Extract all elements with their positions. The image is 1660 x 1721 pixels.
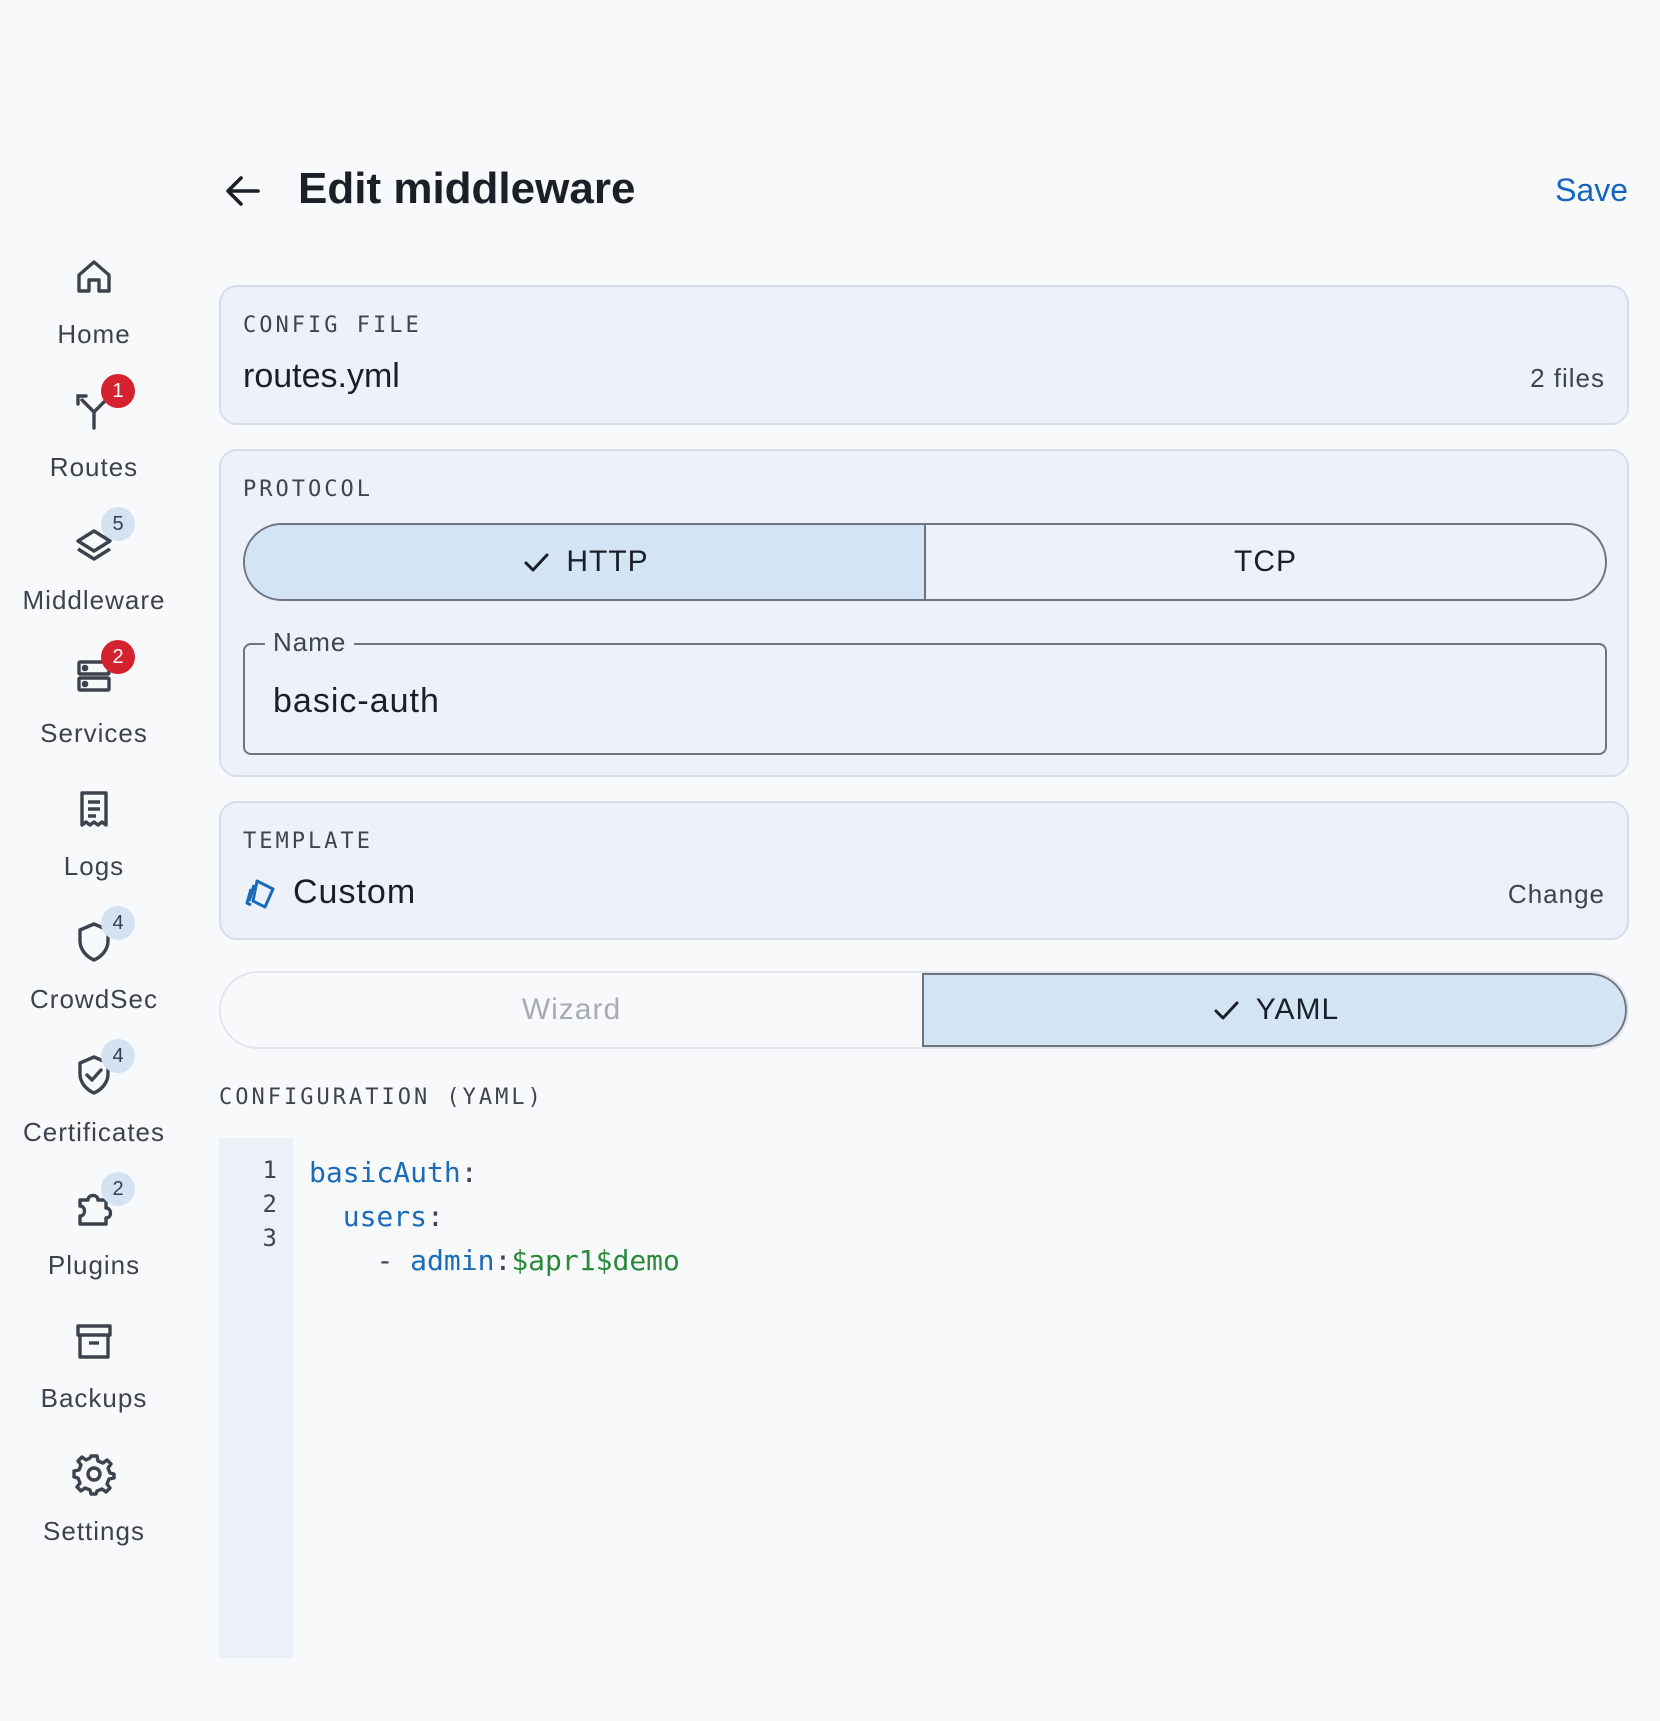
line-number: 2	[262, 1190, 277, 1218]
shield-icon: 4	[70, 906, 135, 966]
protocol-toggle: HTTP TCP	[243, 523, 1607, 601]
code-line: - admin:$apr1$demo	[376, 1244, 680, 1277]
nav-label: Middleware	[22, 585, 166, 615]
services-badge: 2	[101, 640, 135, 674]
plugins-badge: 2	[101, 1172, 135, 1206]
name-input[interactable]	[273, 679, 1573, 723]
archive-icon	[70, 1317, 118, 1365]
yaml-editor[interactable]: 1 2 3 basicAuth: users: - admin:$apr1$de…	[219, 1138, 1629, 1658]
protocol-option-label: HTTP	[566, 545, 649, 578]
nav-label: CrowdSec	[30, 984, 158, 1014]
nav-item-plugins[interactable]: 2 Plugins	[0, 1172, 188, 1304]
nav-item-logs[interactable]: Logs	[0, 785, 188, 905]
certificates-badge: 4	[101, 1039, 135, 1073]
template-label: TEMPLATE	[243, 829, 373, 854]
check-icon	[524, 553, 549, 572]
arrow-back-icon	[226, 176, 260, 206]
middleware-badge: 5	[101, 507, 135, 541]
shield-check-icon: 4	[70, 1039, 135, 1099]
gear-icon	[70, 1450, 118, 1498]
protocol-option-tcp[interactable]: TCP	[924, 525, 1605, 599]
layers-icon: 5	[70, 507, 135, 567]
back-button[interactable]	[220, 168, 266, 214]
nav-item-certificates[interactable]: 4 Certificates	[0, 1039, 188, 1171]
check-icon	[1214, 1001, 1239, 1020]
mode-option-yaml[interactable]: YAML	[922, 973, 1627, 1047]
nav-label: Certificates	[22, 1117, 166, 1147]
yaml-key: admin	[410, 1244, 495, 1277]
config-file-label: CONFIG FILE	[243, 313, 422, 338]
line-number: 3	[262, 1224, 277, 1252]
template-card: TEMPLATE Custom Change	[219, 801, 1629, 940]
nav-item-middleware[interactable]: 5 Middleware	[0, 507, 188, 639]
nav-label: Plugins	[47, 1250, 141, 1280]
config-file-count: 2 files	[1530, 363, 1605, 393]
mode-option-wizard[interactable]: Wizard	[221, 973, 922, 1047]
yaml-section-label: CONFIGURATION (YAML)	[219, 1085, 544, 1110]
config-file-card[interactable]: CONFIG FILE routes.yml 2 files	[219, 285, 1629, 425]
yaml-key: basicAuth	[309, 1156, 461, 1189]
nav-label: Logs	[63, 851, 125, 881]
nav-label: Routes	[49, 452, 139, 482]
puzzle-icon: 2	[70, 1172, 135, 1232]
protocol-option-http[interactable]: HTTP	[245, 525, 924, 599]
nav-item-crowdsec[interactable]: 4 CrowdSec	[0, 906, 188, 1038]
mode-option-label: YAML	[1255, 993, 1340, 1026]
home-icon	[70, 253, 118, 301]
nav-item-backups[interactable]: Backups	[0, 1317, 188, 1437]
navigation-rail: Home 1 Routes 5 Middleware 2 Services Lo…	[0, 0, 188, 1721]
nav-label: Settings	[43, 1516, 145, 1546]
nav-item-services[interactable]: 2 Services	[0, 640, 188, 772]
nav-label: Home	[57, 319, 131, 349]
name-field-label: Name	[265, 627, 355, 658]
config-file-value: routes.yml	[243, 357, 400, 395]
server-icon: 2	[70, 640, 135, 700]
template-change-button[interactable]: Change	[1508, 879, 1605, 910]
protocol-option-label: TCP	[1234, 545, 1297, 578]
yaml-value: $apr1$demo	[511, 1244, 680, 1277]
nav-label: Backups	[40, 1383, 148, 1413]
mode-toggle: Wizard YAML	[219, 971, 1629, 1049]
yaml-dash: -	[376, 1244, 411, 1277]
save-button[interactable]: Save	[1555, 172, 1628, 209]
yaml-key: users	[342, 1200, 428, 1233]
mode-option-label: Wizard	[521, 993, 622, 1026]
line-number-gutter: 1 2 3	[219, 1138, 293, 1658]
nav-item-settings[interactable]: Settings	[0, 1450, 188, 1570]
name-field: Name	[243, 627, 1607, 755]
page-header: Edit middleware Save	[220, 150, 1630, 230]
nav-item-routes[interactable]: 1 Routes	[0, 374, 188, 506]
code-line: basicAuth:	[309, 1156, 478, 1189]
protocol-label: PROTOCOL	[243, 477, 373, 502]
crowdsec-badge: 4	[101, 906, 135, 940]
template-value: Custom	[293, 873, 417, 911]
line-number: 1	[262, 1156, 277, 1184]
receipt-icon	[70, 785, 118, 833]
code-line: users:	[342, 1200, 444, 1233]
routes-icon: 1	[70, 374, 135, 434]
template-custom-icon	[245, 879, 275, 909]
protocol-card: PROTOCOL HTTP TCP Name	[219, 449, 1629, 777]
nav-item-home[interactable]: Home	[0, 253, 188, 373]
nav-label: Services	[40, 718, 148, 748]
page-title: Edit middleware	[298, 164, 636, 213]
routes-badge: 1	[101, 374, 135, 408]
